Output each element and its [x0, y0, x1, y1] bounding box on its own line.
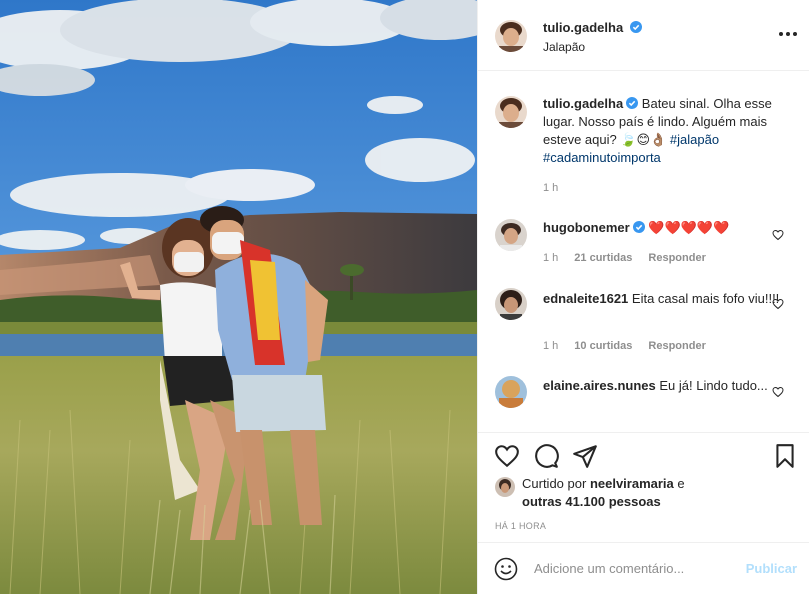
comment-text: Eu já! Lindo tudo...	[659, 378, 768, 393]
post-viewer: tulio.gadelha Jalapão tulio.gadelha Bate…	[0, 0, 809, 594]
verified-badge-icon	[629, 21, 642, 33]
comment-meta: 1 h 21 curtidas Responder	[543, 252, 706, 264]
comment: ednaleite1621 Eita casal mais fofo viu!!…	[543, 290, 783, 308]
verified-badge-icon	[626, 97, 639, 109]
comment: hugobonemer ❤️❤️❤️❤️❤️	[543, 219, 783, 237]
reply-button[interactable]: Responder	[648, 340, 705, 352]
likes-others[interactable]: outras 41.100 pessoas	[522, 494, 661, 509]
liker-username[interactable]: neelviramaria	[590, 476, 674, 491]
avatar-image	[495, 20, 527, 52]
author-avatar[interactable]	[495, 20, 527, 52]
save-bookmark-icon[interactable]	[772, 443, 798, 469]
comment-like-heart-icon[interactable]	[772, 298, 784, 310]
caption-meta: 1 h	[543, 182, 558, 194]
photo-illustration	[0, 0, 477, 594]
comment: elaine.aires.nunes Eu já! Lindo tudo...	[543, 377, 783, 395]
like-heart-icon[interactable]	[494, 443, 520, 469]
comment-avatar[interactable]	[495, 219, 527, 251]
author-line: tulio.gadelha	[543, 20, 642, 35]
comment-username[interactable]: ednaleite1621	[543, 291, 628, 306]
comment-time[interactable]: 1 h	[543, 252, 558, 264]
post-timestamp[interactable]: HÁ 1 HORA	[495, 521, 546, 531]
comment-likes[interactable]: 10 curtidas	[574, 340, 632, 352]
verified-badge-icon	[632, 221, 645, 233]
caption-avatar[interactable]	[495, 96, 527, 128]
comments-list[interactable]: tulio.gadelha Bateu sinal. Olha esse lug…	[478, 71, 809, 432]
post-location[interactable]: Jalapão	[543, 40, 585, 54]
likes-conj: e	[677, 476, 685, 491]
post-photo[interactable]	[0, 0, 477, 594]
comment-text: ❤️❤️❤️❤️❤️	[648, 220, 730, 235]
caption: tulio.gadelha Bateu sinal. Olha esse lug…	[543, 95, 783, 167]
comment-input[interactable]	[534, 558, 734, 578]
share-send-icon[interactable]	[572, 443, 598, 469]
comment-meta: 1 h 10 curtidas Responder	[543, 340, 706, 352]
comment-likes[interactable]: 21 curtidas	[574, 252, 632, 264]
comment-text: Eita casal mais fofo viu!!!!	[631, 291, 780, 306]
comment-avatar[interactable]	[495, 376, 527, 408]
emoji-icon[interactable]	[494, 557, 518, 581]
caption-username[interactable]: tulio.gadelha	[543, 96, 623, 111]
hashtag-link[interactable]: #jalapão	[670, 132, 719, 147]
avatar-image	[495, 219, 527, 251]
reply-button[interactable]: Responder	[648, 252, 705, 264]
comment-like-heart-icon[interactable]	[772, 386, 784, 398]
caption-emojis: 🍃😊👌🏽	[620, 132, 667, 147]
avatar-image	[495, 96, 527, 128]
author-username[interactable]: tulio.gadelha	[543, 20, 623, 35]
comment-avatar[interactable]	[495, 288, 527, 320]
comment-bubble-icon[interactable]	[533, 443, 559, 469]
post-header: tulio.gadelha Jalapão	[478, 0, 809, 71]
avatar-image	[495, 288, 527, 320]
more-options-icon[interactable]	[778, 26, 798, 42]
caption-time[interactable]: 1 h	[543, 182, 558, 194]
comment-time[interactable]: 1 h	[543, 340, 558, 352]
publish-button[interactable]: Publicar	[746, 561, 797, 576]
avatar-image	[495, 477, 515, 497]
comment-composer: Publicar	[478, 542, 809, 594]
hashtag-link[interactable]: #cadaminutoimporta	[543, 150, 661, 165]
likes-text: Curtido por neelviramaria e outras 41.10…	[522, 475, 685, 511]
comment-like-heart-icon[interactable]	[772, 229, 784, 241]
post-actions: Curtido por neelviramaria e outras 41.10…	[478, 432, 809, 542]
comment-username[interactable]: hugobonemer	[543, 220, 630, 235]
comment-username[interactable]: elaine.aires.nunes	[543, 378, 656, 393]
likes-summary: Curtido por neelviramaria e outras 41.10…	[495, 475, 685, 511]
likes-prefix: Curtido por	[522, 476, 587, 491]
liker-avatar[interactable]	[495, 477, 515, 497]
post-side-panel: tulio.gadelha Jalapão tulio.gadelha Bate…	[477, 0, 809, 594]
avatar-image	[495, 376, 527, 408]
